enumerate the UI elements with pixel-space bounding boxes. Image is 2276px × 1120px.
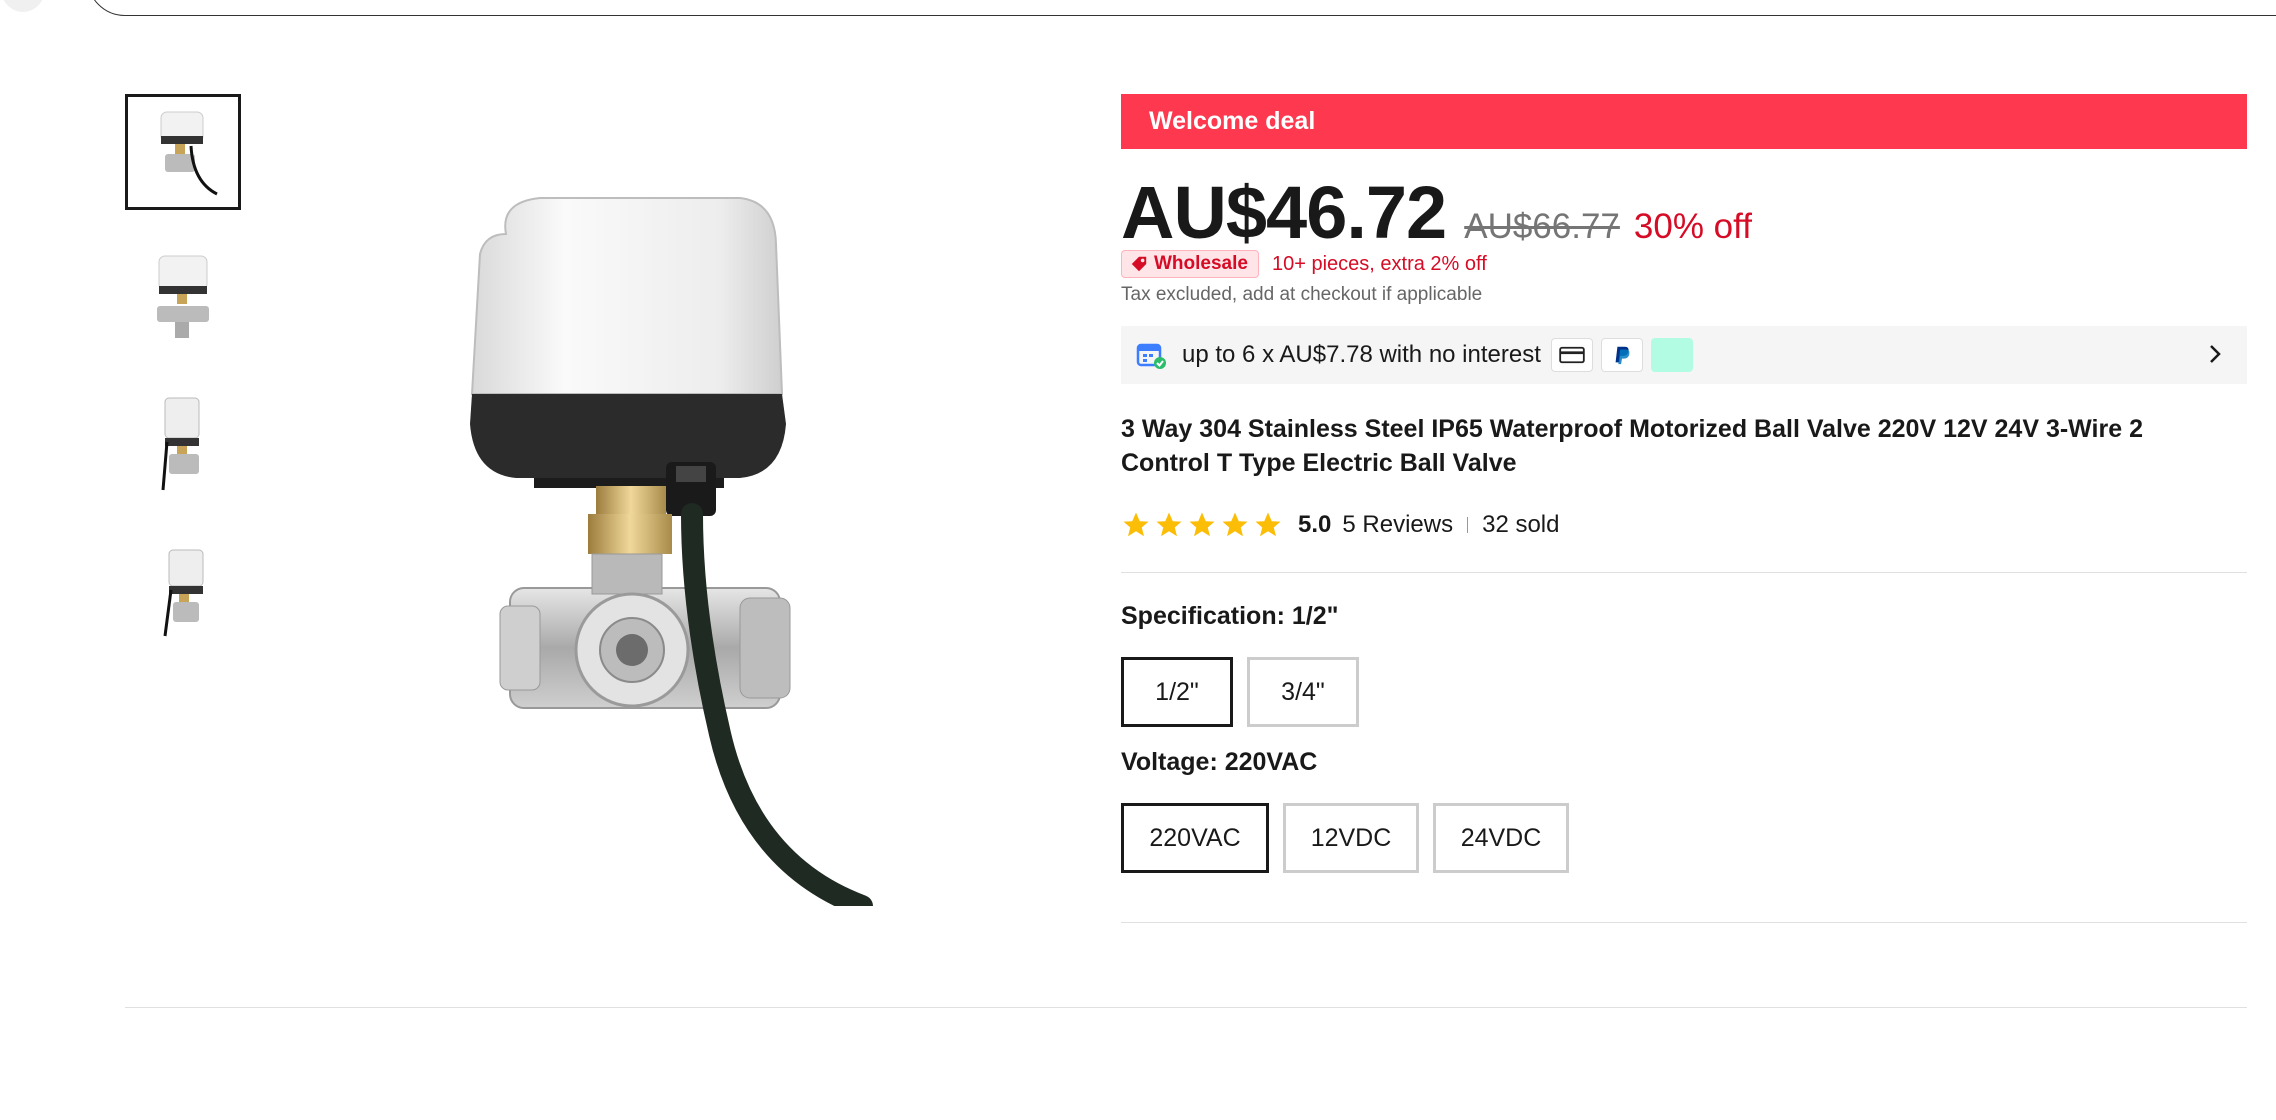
star-icon (1123, 512, 1149, 537)
thumbnail-3[interactable] (125, 384, 241, 500)
wholesale-row: Wholesale 10+ pieces, extra 2% off (1121, 250, 1487, 278)
thumbnail-4[interactable] (125, 532, 241, 648)
star-icon (1255, 512, 1281, 537)
star-icon (1156, 512, 1182, 537)
valve-thumbnail-image (160, 111, 218, 196)
product-title: 3 Way 304 Stainless Steel IP65 Waterproo… (1121, 415, 2143, 477)
installments-row[interactable]: up to 6 x AU$7.78 with no interest (1121, 326, 2247, 384)
voltage-label: Voltage: 220VAC (1121, 748, 1318, 776)
afterpay-icon (1650, 338, 1693, 372)
option-voltage-24vdc[interactable]: 24VDC (1433, 803, 1569, 873)
section-divider (125, 1007, 2247, 1008)
main-product-image[interactable] (320, 94, 1040, 906)
valve-thumbnail-image (163, 549, 204, 637)
option-voltage-220vac[interactable]: 220VAC (1121, 803, 1269, 873)
tag-icon (1131, 256, 1147, 272)
rating-value: 5.0 (1298, 511, 1332, 538)
paypal-icon (1600, 338, 1643, 372)
voltage-options: 220VAC 12VDC 24VDC (1121, 803, 1583, 873)
valve-thumbnail-image (161, 397, 200, 491)
rating-row[interactable]: 5.0 5 Reviews 32 sold (1121, 510, 1559, 540)
back-button[interactable] (0, 0, 46, 12)
wholesale-badge-label: Wholesale (1154, 253, 1248, 274)
star-rating (1121, 510, 1286, 540)
specification-label: Specification: 1/2" (1121, 602, 1339, 630)
price-row: AU$46.72 AU$66.77 30% off (1121, 170, 1752, 255)
wholesale-badge: Wholesale (1121, 250, 1259, 278)
current-price: AU$46.72 (1121, 171, 1447, 254)
thumbnail-2[interactable] (125, 240, 241, 356)
divider (1121, 922, 2247, 923)
tax-note: Tax excluded, add at checkout if applica… (1121, 284, 1483, 305)
chevron-right-icon (2210, 345, 2221, 363)
star-icon (1189, 512, 1215, 537)
calendar-icon (1135, 339, 1167, 371)
divider (1121, 572, 2247, 573)
original-price: AU$66.77 (1464, 207, 1620, 246)
thumbnail-1[interactable] (125, 94, 241, 210)
reviews-link[interactable]: 5 Reviews (1342, 511, 1453, 539)
valve-thumbnail-image (157, 255, 209, 338)
option-voltage-12vdc[interactable]: 12VDC (1283, 803, 1419, 873)
welcome-deal-banner: Welcome deal (1121, 94, 2247, 149)
card-icon (1550, 338, 1593, 372)
discount-label: 30% off (1633, 207, 1752, 246)
wholesale-offer: 10+ pieces, extra 2% off (1271, 252, 1487, 275)
installments-text: up to 6 x AU$7.78 with no interest (1182, 341, 1541, 368)
separator (1467, 517, 1469, 533)
search-bar[interactable] (87, 0, 2276, 16)
star-icon (1222, 512, 1248, 537)
option-spec-three-quarter-inch[interactable]: 3/4" (1247, 657, 1359, 727)
sold-count: 32 sold (1482, 511, 1560, 538)
specification-options: 1/2" 3/4" (1121, 657, 1373, 727)
option-spec-half-inch[interactable]: 1/2" (1121, 657, 1233, 727)
